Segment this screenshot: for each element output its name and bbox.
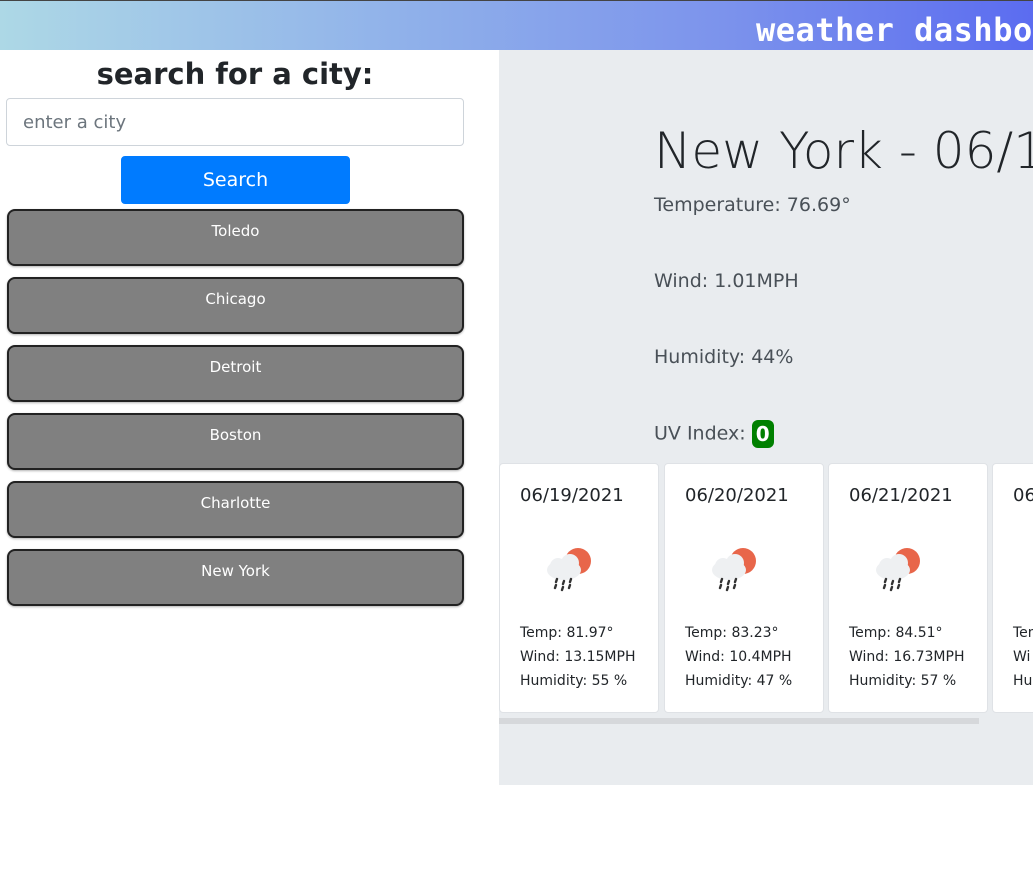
forecast-temp: Temp	[1013, 625, 1033, 641]
rain-cloud-sun-icon	[876, 548, 920, 592]
current-uv-index: UV Index: 0	[654, 420, 774, 448]
search-heading: search for a city:	[96, 57, 374, 91]
history-button-boston[interactable]: Boston	[7, 413, 464, 470]
history-button-new-york[interactable]: New York	[7, 549, 464, 606]
forecast-temp: Temp: 84.51°	[849, 625, 943, 641]
history-button-toledo[interactable]: Toledo	[7, 209, 464, 266]
forecast-card: 06/20/2021 Temp: 83.23° Wind: 10.4MPH Hu…	[664, 463, 824, 713]
history-button-charlotte[interactable]: Charlotte	[7, 481, 464, 538]
forecast-wind: Wind: 16.73MPH	[849, 649, 965, 665]
forecast-humidity: Humidity: 55 %	[520, 673, 628, 689]
forecast-wind: Wind: 10.4MPH	[685, 649, 792, 665]
forecast-humidity: Humidity: 57 %	[849, 673, 957, 689]
rain-cloud-sun-icon	[547, 548, 591, 592]
forecast-scroll-track	[499, 718, 979, 724]
app-title: weather dashboard	[756, 11, 1033, 49]
search-history-list: Toledo Chicago Detroit Boston Charlotte …	[7, 209, 464, 617]
forecast-card: 06/21/2021 Temp: 84.51° Wind: 16.73MPH H…	[828, 463, 988, 713]
forecast-temp: Temp: 83.23°	[685, 625, 779, 641]
history-button-chicago[interactable]: Chicago	[7, 277, 464, 334]
forecast-card: 06/19/2021 Temp: 81.97° Wind: 13.15MPH H…	[499, 463, 659, 713]
uv-index-label: UV Index:	[654, 422, 752, 445]
app-header: weather dashboard	[0, 0, 1033, 50]
forecast-humidity: Humidity: 47 %	[685, 673, 793, 689]
forecast-date: 06/22/2021	[1013, 485, 1033, 506]
weather-main-panel: New York - 06/18/2021 Temperature: 76.69…	[499, 50, 1033, 785]
rain-cloud-sun-icon	[712, 548, 756, 592]
forecast-date: 06/21/2021	[849, 485, 953, 506]
current-city-title: New York - 06/18/2021	[654, 122, 1033, 180]
uv-index-badge: 0	[751, 420, 774, 448]
current-wind: Wind: 1.01MPH	[654, 270, 799, 292]
forecast-wind: Wi	[1013, 649, 1031, 665]
current-humidity: Humidity: 44%	[654, 346, 794, 368]
search-button[interactable]: Search	[121, 156, 350, 204]
forecast-humidity: Hu	[1013, 673, 1033, 689]
forecast-date: 06/19/2021	[520, 485, 624, 506]
current-temperature: Temperature: 76.69°	[654, 194, 851, 216]
forecast-temp: Temp: 81.97°	[520, 625, 614, 641]
forecast-card: 06/22/2021 Temp Wi Hu	[992, 463, 1033, 713]
city-search-input[interactable]	[6, 98, 464, 146]
forecast-wind: Wind: 13.15MPH	[520, 649, 636, 665]
history-button-detroit[interactable]: Detroit	[7, 345, 464, 402]
forecast-row: 06/19/2021 Temp: 81.97° Wind: 13.15MPH H…	[499, 463, 1033, 724]
sidebar: search for a city: Search Toledo Chicago…	[0, 50, 499, 874]
forecast-date: 06/20/2021	[685, 485, 789, 506]
